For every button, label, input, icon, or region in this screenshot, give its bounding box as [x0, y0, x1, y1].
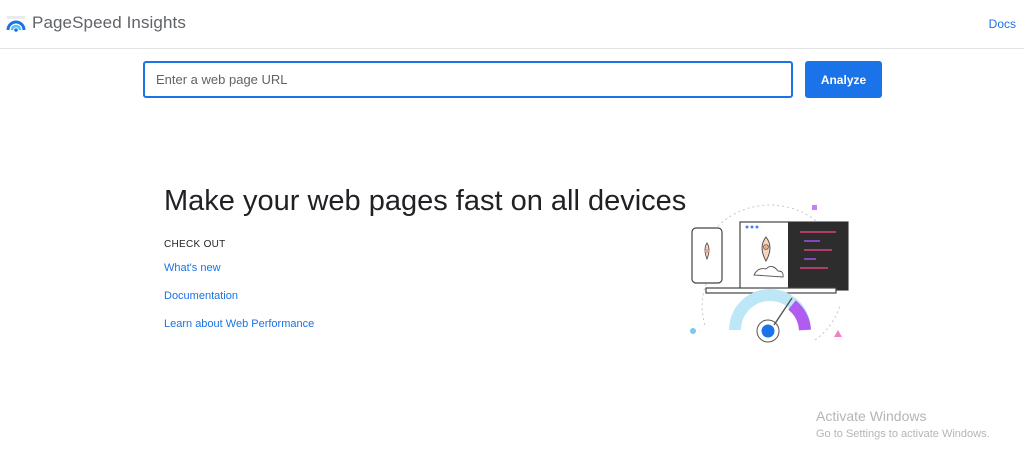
- app-title[interactable]: PageSpeed Insights: [32, 13, 186, 33]
- url-input[interactable]: [143, 61, 793, 98]
- top-header: PageSpeed Insights Docs: [0, 0, 1024, 49]
- rocket-gauge-illustration-icon: [690, 204, 849, 343]
- check-out-label: CHECK OUT: [164, 239, 226, 250]
- activate-windows-title: Activate Windows: [816, 408, 927, 424]
- activate-windows-subtitle: Go to Settings to activate Windows.: [816, 428, 990, 440]
- learn-web-performance-link[interactable]: Learn about Web Performance: [164, 318, 314, 330]
- pagespeed-logo-icon[interactable]: [5, 13, 27, 35]
- whats-new-link[interactable]: What's new: [164, 262, 221, 274]
- documentation-link[interactable]: Documentation: [164, 290, 238, 302]
- analyze-button[interactable]: Analyze: [805, 61, 882, 98]
- docs-link[interactable]: Docs: [989, 17, 1016, 31]
- hero-title: Make your web pages fast on all devices: [164, 185, 687, 217]
